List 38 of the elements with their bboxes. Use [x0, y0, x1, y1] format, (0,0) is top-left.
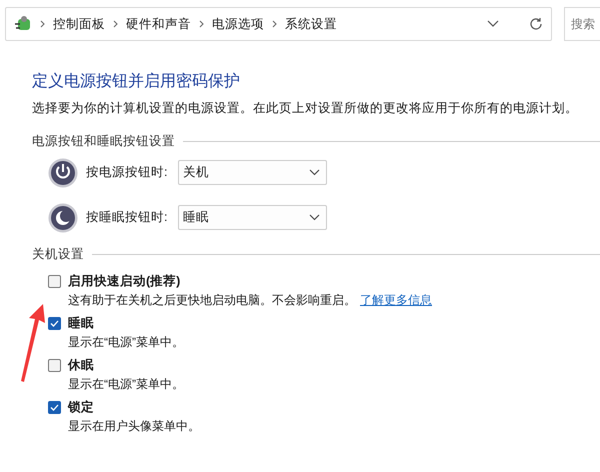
option-description: 显示在“电源”菜单中。	[68, 335, 184, 349]
chevron-down-icon	[309, 169, 320, 176]
address-bar[interactable]: 控制面板 硬件和声音 电源选项 系统设置	[5, 7, 552, 41]
breadcrumb-item[interactable]: 硬件和声音	[126, 16, 191, 32]
chevron-icon	[113, 20, 118, 28]
dropdown-chevron-icon[interactable]	[487, 20, 499, 28]
breadcrumb-item[interactable]: 控制面板	[53, 16, 105, 32]
chevron-icon	[40, 20, 45, 28]
hardware-icon	[14, 15, 32, 33]
chevron-icon	[199, 20, 204, 28]
chevron-icon	[272, 20, 277, 28]
section-heading: 电源按钮和睡眠按钮设置	[32, 133, 175, 150]
breadcrumb-item[interactable]: 系统设置	[285, 16, 337, 32]
setting-label: 按睡眠按钮时:	[86, 209, 168, 226]
option-label[interactable]: 休眠	[68, 357, 600, 374]
action-dropdown[interactable]: 关机	[178, 160, 327, 185]
option-description: 这有助于在关机之后更快地启动电脑。不会影响重启。	[68, 292, 356, 309]
option-label[interactable]: 启用快速启动(推荐)	[68, 273, 600, 290]
search-field[interactable]: 搜索	[564, 7, 600, 41]
checkbox[interactable]	[48, 401, 61, 414]
checkbox[interactable]	[48, 275, 61, 288]
refresh-icon[interactable]	[529, 17, 543, 31]
page-title: 定义电源按钮并启用密码保护	[32, 72, 241, 92]
breadcrumb-item[interactable]: 电源选项	[212, 16, 264, 32]
sleep-button-icon	[48, 202, 78, 232]
section-heading: 关机设置	[32, 246, 84, 263]
checkbox[interactable]	[48, 359, 61, 372]
option-description: 显示在用户头像菜单中。	[68, 419, 200, 433]
checkbox[interactable]	[48, 317, 61, 330]
option-description: 显示在“电源”菜单中。	[68, 377, 184, 391]
learn-more-link[interactable]: 了解更多信息	[360, 292, 432, 309]
option-label[interactable]: 睡眠	[68, 315, 600, 332]
chevron-down-icon	[309, 214, 320, 221]
option-label[interactable]: 锁定	[68, 399, 600, 416]
setting-label: 按电源按钮时:	[86, 164, 168, 181]
page-description: 选择要为你的计算机设置的电源设置。在此页上对设置所做的更改将应用于你所有的电源计划。	[32, 100, 579, 117]
action-dropdown[interactable]: 睡眠	[178, 205, 327, 230]
power-button-icon	[48, 158, 78, 188]
